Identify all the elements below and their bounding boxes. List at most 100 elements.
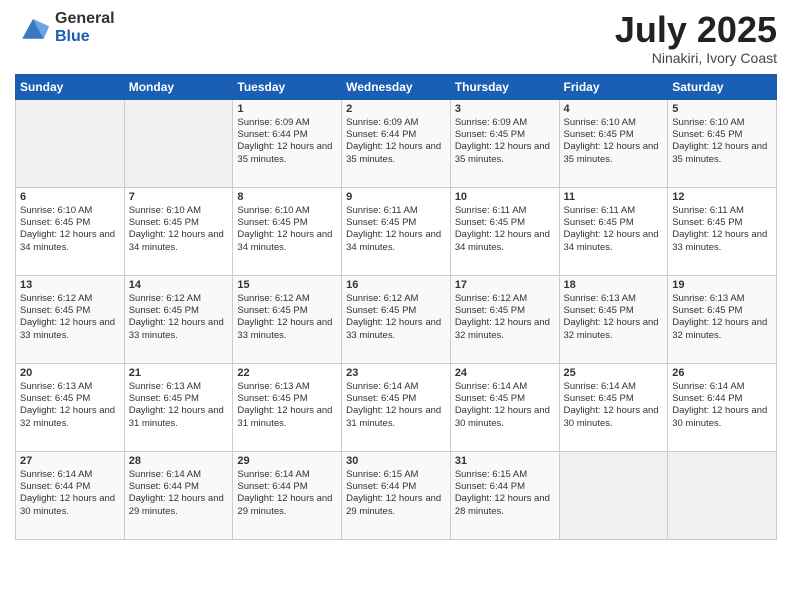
calendar-cell: 30 Sunrise: 6:15 AM Sunset: 6:44 PM Dayli… [342, 451, 451, 539]
calendar-cell: 18 Sunrise: 6:13 AM Sunset: 6:45 PM Dayli… [559, 275, 668, 363]
calendar-cell: 31Sunrise: 6:15 AM Sunset: 6:44 PM Dayli… [450, 451, 559, 539]
day-number: 29 [237, 455, 337, 467]
day-number: 17 [455, 279, 555, 291]
day-number: 7 [129, 191, 229, 203]
cell-info: Sunrise: 6:09 AM Sunset: 6:45 PM Dayligh… [455, 117, 555, 166]
day-number: 23 [346, 367, 446, 379]
calendar-cell: 7Sunrise: 6:10 AM Sunset: 6:45 PM Daylig… [124, 187, 233, 275]
day-number: 30 [346, 455, 446, 467]
day-number: 24 [455, 367, 555, 379]
page: General Blue July 2025 Ninakiri, Ivory C… [0, 0, 792, 612]
day-number: 21 [129, 367, 229, 379]
calendar-cell: 4 Sunrise: 6:10 AM Sunset: 6:45 PM Daylig… [559, 99, 668, 187]
cell-info: Sunrise: 6:15 AM Sunset: 6:44 PM Dayligh… [455, 469, 555, 518]
calendar-header-row: Sunday Monday Tuesday Wednesday Thursday… [16, 74, 777, 99]
day-number: 16 [346, 279, 446, 291]
day-number: 4 [564, 103, 664, 115]
cell-info: Sunrise: 6:13 AM Sunset: 6:45 PM Dayligh… [237, 381, 337, 430]
day-number: 8 [237, 191, 337, 203]
calendar-cell: 8 Sunrise: 6:10 AM Sunset: 6:45 PM Daylig… [233, 187, 342, 275]
cell-info: Sunrise: 6:13 AM Sunset: 6:45 PM Dayligh… [129, 381, 229, 430]
calendar-cell: 19Sunrise: 6:13 AM Sunset: 6:45 PM Dayli… [668, 275, 777, 363]
col-wednesday: Wednesday [342, 74, 451, 99]
calendar-cell [559, 451, 668, 539]
calendar-cell: 26Sunrise: 6:14 AM Sunset: 6:44 PM Dayli… [668, 363, 777, 451]
day-number: 26 [672, 367, 772, 379]
day-number: 3 [455, 103, 555, 115]
col-saturday: Saturday [668, 74, 777, 99]
col-tuesday: Tuesday [233, 74, 342, 99]
cell-info: Sunrise: 6:12 AM Sunset: 6:45 PM Dayligh… [237, 293, 337, 342]
day-number: 11 [564, 191, 664, 203]
calendar-cell: 6 Sunrise: 6:10 AM Sunset: 6:45 PM Daylig… [16, 187, 125, 275]
cell-info: Sunrise: 6:10 AM Sunset: 6:45 PM Dayligh… [20, 205, 120, 254]
day-number: 14 [129, 279, 229, 291]
cell-info: Sunrise: 6:12 AM Sunset: 6:45 PM Dayligh… [346, 293, 446, 342]
day-number: 20 [20, 367, 120, 379]
cell-info: Sunrise: 6:11 AM Sunset: 6:45 PM Dayligh… [564, 205, 664, 254]
cell-info: Sunrise: 6:12 AM Sunset: 6:45 PM Dayligh… [129, 293, 229, 342]
day-number: 1 [237, 103, 337, 115]
day-number: 15 [237, 279, 337, 291]
calendar-cell: 28 Sunrise: 6:14 AM Sunset: 6:44 PM Dayli… [124, 451, 233, 539]
calendar-cell: 14 Sunrise: 6:12 AM Sunset: 6:45 PM Dayli… [124, 275, 233, 363]
col-sunday: Sunday [16, 74, 125, 99]
cell-info: Sunrise: 6:14 AM Sunset: 6:44 PM Dayligh… [20, 469, 120, 518]
calendar-cell: 16 Sunrise: 6:12 AM Sunset: 6:45 PM Dayli… [342, 275, 451, 363]
cell-info: Sunrise: 6:14 AM Sunset: 6:44 PM Dayligh… [129, 469, 229, 518]
cell-info: Sunrise: 6:10 AM Sunset: 6:45 PM Dayligh… [237, 205, 337, 254]
cell-info: Sunrise: 6:09 AM Sunset: 6:44 PM Dayligh… [346, 117, 446, 166]
calendar-cell: 10 Sunrise: 6:11 AM Sunset: 6:45 PM Dayli… [450, 187, 559, 275]
calendar-cell: 25 Sunrise: 6:14 AM Sunset: 6:45 PM Dayli… [559, 363, 668, 451]
calendar-cell: 12 Sunrise: 6:11 AM Sunset: 6:45 PM Dayli… [668, 187, 777, 275]
calendar-cell: 24 Sunrise: 6:14 AM Sunset: 6:45 PM Dayli… [450, 363, 559, 451]
day-number: 6 [20, 191, 120, 203]
cell-info: Sunrise: 6:14 AM Sunset: 6:44 PM Dayligh… [237, 469, 337, 518]
calendar-cell: 15 Sunrise: 6:12 AM Sunset: 6:45 PM Dayli… [233, 275, 342, 363]
calendar-cell: 1Sunrise: 6:09 AM Sunset: 6:44 PM Daylig… [233, 99, 342, 187]
cell-info: Sunrise: 6:12 AM Sunset: 6:45 PM Dayligh… [20, 293, 120, 342]
logo-general-text: General [55, 10, 115, 28]
cell-info: Sunrise: 6:10 AM Sunset: 6:45 PM Dayligh… [564, 117, 664, 166]
calendar-cell [668, 451, 777, 539]
calendar-cell: 11 Sunrise: 6:11 AM Sunset: 6:45 PM Dayli… [559, 187, 668, 275]
cell-info: Sunrise: 6:13 AM Sunset: 6:45 PM Dayligh… [20, 381, 120, 430]
header: General Blue July 2025 Ninakiri, Ivory C… [15, 10, 777, 66]
day-number: 12 [672, 191, 772, 203]
day-number: 5 [672, 103, 772, 115]
col-thursday: Thursday [450, 74, 559, 99]
cell-info: Sunrise: 6:13 AM Sunset: 6:45 PM Dayligh… [564, 293, 664, 342]
calendar-week-row: 13 Sunrise: 6:12 AM Sunset: 6:45 PM Dayli… [16, 275, 777, 363]
day-number: 13 [20, 279, 120, 291]
cell-info: Sunrise: 6:15 AM Sunset: 6:44 PM Dayligh… [346, 469, 446, 518]
cell-info: Sunrise: 6:12 AM Sunset: 6:45 PM Dayligh… [455, 293, 555, 342]
cell-info: Sunrise: 6:14 AM Sunset: 6:45 PM Dayligh… [455, 381, 555, 430]
day-number: 10 [455, 191, 555, 203]
col-monday: Monday [124, 74, 233, 99]
title-block: July 2025 Ninakiri, Ivory Coast [615, 10, 777, 66]
logo-blue-text: Blue [55, 28, 115, 46]
calendar-cell: 23Sunrise: 6:14 AM Sunset: 6:45 PM Dayli… [342, 363, 451, 451]
day-number: 27 [20, 455, 120, 467]
day-number: 28 [129, 455, 229, 467]
cell-info: Sunrise: 6:11 AM Sunset: 6:45 PM Dayligh… [672, 205, 772, 254]
calendar-cell [16, 99, 125, 187]
calendar-cell: 27 Sunrise: 6:14 AM Sunset: 6:44 PM Dayli… [16, 451, 125, 539]
logo-icon [15, 10, 51, 46]
cell-info: Sunrise: 6:10 AM Sunset: 6:45 PM Dayligh… [672, 117, 772, 166]
day-number: 2 [346, 103, 446, 115]
calendar-cell: 21 Sunrise: 6:13 AM Sunset: 6:45 PM Dayli… [124, 363, 233, 451]
calendar-week-row: 27 Sunrise: 6:14 AM Sunset: 6:44 PM Dayli… [16, 451, 777, 539]
cell-info: Sunrise: 6:14 AM Sunset: 6:45 PM Dayligh… [564, 381, 664, 430]
logo: General Blue [15, 10, 115, 46]
calendar-cell: 9Sunrise: 6:11 AM Sunset: 6:45 PM Daylig… [342, 187, 451, 275]
day-number: 18 [564, 279, 664, 291]
cell-info: Sunrise: 6:11 AM Sunset: 6:45 PM Dayligh… [455, 205, 555, 254]
calendar-cell: 2 Sunrise: 6:09 AM Sunset: 6:44 PM Daylig… [342, 99, 451, 187]
day-number: 25 [564, 367, 664, 379]
calendar-cell: 13 Sunrise: 6:12 AM Sunset: 6:45 PM Dayli… [16, 275, 125, 363]
calendar-week-row: 6 Sunrise: 6:10 AM Sunset: 6:45 PM Daylig… [16, 187, 777, 275]
calendar-cell: 20 Sunrise: 6:13 AM Sunset: 6:45 PM Dayli… [16, 363, 125, 451]
title-month: July 2025 [615, 10, 777, 50]
calendar-cell: 29 Sunrise: 6:14 AM Sunset: 6:44 PM Dayli… [233, 451, 342, 539]
